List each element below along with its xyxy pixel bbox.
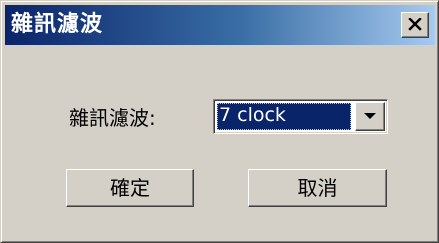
window-title: 雜訊濾波: [11, 12, 104, 37]
title-bar[interactable]: 雜訊濾波: [5, 5, 435, 45]
noise-filter-selected-value[interactable]: 7 clock: [217, 103, 351, 130]
dropdown-button[interactable]: [355, 102, 385, 131]
noise-filter-select[interactable]: 7 clock: [213, 99, 388, 134]
close-icon: [408, 18, 422, 31]
ok-button[interactable]: 確定: [66, 169, 194, 207]
chevron-down-icon: [364, 113, 376, 119]
close-button[interactable]: [401, 12, 429, 38]
noise-filter-dialog: 雜訊濾波 雜訊濾波: 7 clock 確定 取消: [0, 0, 439, 243]
noise-filter-label: 雜訊濾波:: [69, 106, 156, 130]
cancel-button[interactable]: 取消: [248, 169, 387, 207]
